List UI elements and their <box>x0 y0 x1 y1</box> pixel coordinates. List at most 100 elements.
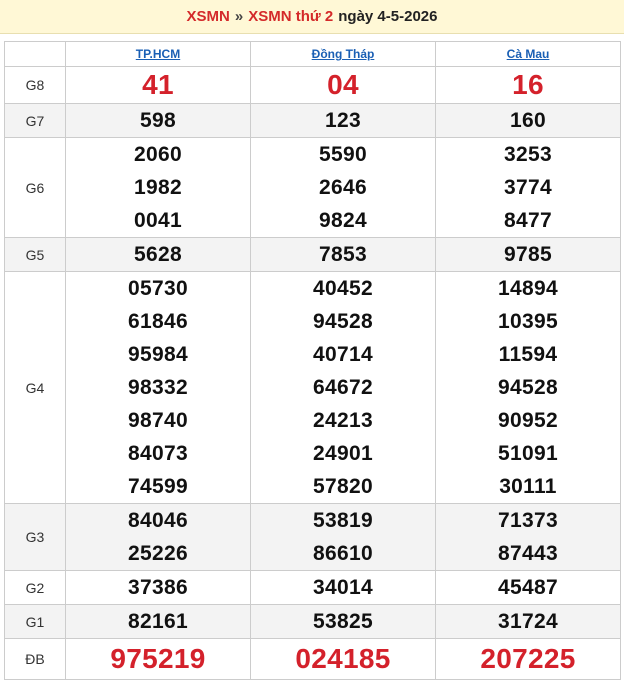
prize-number: 207225 <box>480 643 576 674</box>
prize-number: 86610 <box>313 542 373 565</box>
province-header-ca-mau: Cà Mau <box>435 41 621 67</box>
prize-cell: 598 <box>65 103 251 138</box>
prize-number: 84073 <box>128 442 188 465</box>
results-table: TP.HCM Đồng Tháp Cà Mau G8 41 04 16 G7 598 123… <box>4 41 621 680</box>
prize-cell: 9785 <box>435 237 621 272</box>
prize-number: 90952 <box>498 409 558 432</box>
prize-cell: 71373 87443 <box>435 503 621 571</box>
prize-number: 598 <box>140 109 176 132</box>
prize-label: G8 <box>4 66 66 104</box>
prize-label: G6 <box>4 137 66 238</box>
prize-number: 84046 <box>128 509 188 532</box>
prize-label: G3 <box>4 503 66 571</box>
prize-number: 31724 <box>498 610 558 633</box>
prize-label: G5 <box>4 237 66 272</box>
prize-row-g8: G8 41 04 16 <box>4 66 621 104</box>
prize-cell: 160 <box>435 103 621 138</box>
prize-number: 98740 <box>128 409 188 432</box>
province-header-dong-thap: Đồng Tháp <box>250 41 436 67</box>
prize-row-db: ĐB 975219 024185 207225 <box>4 638 621 680</box>
prize-cell: 84046 25226 <box>65 503 251 571</box>
prize-number: 74599 <box>128 475 188 498</box>
prize-number: 82161 <box>128 610 188 633</box>
prize-cell: 207225 <box>435 638 621 680</box>
prize-number: 30111 <box>499 475 557 498</box>
prize-cell: 45487 <box>435 570 621 605</box>
prize-cell: 31724 <box>435 604 621 639</box>
prize-cell: 024185 <box>250 638 436 680</box>
prize-number: 24213 <box>313 409 373 432</box>
prize-number: 8477 <box>504 209 552 232</box>
prize-row-g3: G3 84046 25226 53819 86610 71373 87443 <box>4 503 621 571</box>
prize-number: 53819 <box>313 509 373 532</box>
prize-number: 45487 <box>498 576 558 599</box>
prize-row-g4: G4 05730 61846 95984 98332 98740 84073 74599 404… <box>4 271 621 504</box>
prize-row-g1: G1 82161 53825 31724 <box>4 604 621 639</box>
prize-number: 024185 <box>295 643 391 674</box>
prize-number: 3253 <box>504 143 552 166</box>
prize-number: 7853 <box>319 243 367 266</box>
prize-cell: 16 <box>435 66 621 104</box>
province-link-ca-mau[interactable]: Cà Mau <box>507 47 550 61</box>
draw-date: ngày 4-5-2026 <box>338 8 438 25</box>
prize-number: 0041 <box>134 209 182 232</box>
prize-label: ĐB <box>4 638 66 680</box>
prize-number: 5590 <box>319 143 367 166</box>
prize-number: 9824 <box>319 209 367 232</box>
prize-label: G1 <box>4 604 66 639</box>
prize-number: 14894 <box>498 277 558 300</box>
prize-number: 94528 <box>498 376 558 399</box>
prize-number: 25226 <box>128 542 188 565</box>
prize-number: 94528 <box>313 310 373 333</box>
prize-cell: 123 <box>250 103 436 138</box>
prize-cell: 2060 1982 0041 <box>65 137 251 238</box>
xsmn-link[interactable]: XSMN <box>187 8 230 25</box>
breadcrumb-separator: » <box>234 8 244 25</box>
prize-number: 34014 <box>313 576 373 599</box>
prize-number: 61846 <box>128 310 188 333</box>
province-link-tphcm[interactable]: TP.HCM <box>136 47 180 61</box>
prize-number: 5628 <box>134 243 182 266</box>
prize-number: 3774 <box>504 176 552 199</box>
prize-number: 10395 <box>498 310 558 333</box>
prize-number: 51091 <box>498 442 558 465</box>
prize-number: 9785 <box>504 243 552 266</box>
prize-cell: 975219 <box>65 638 251 680</box>
prize-cell: 5590 2646 9824 <box>250 137 436 238</box>
prize-number: 1982 <box>134 176 182 199</box>
prize-number: 11594 <box>498 343 558 366</box>
prize-number: 24901 <box>313 442 373 465</box>
prize-row-g6: G6 2060 1982 0041 5590 2646 9824 3253 3774 8477 <box>4 137 621 238</box>
prize-number: 41 <box>142 69 174 100</box>
xsmn-thu2-link[interactable]: XSMN thứ 2 <box>248 8 333 25</box>
prize-number: 37386 <box>128 576 188 599</box>
prize-number: 57820 <box>313 475 373 498</box>
prize-row-g5: G5 5628 7853 9785 <box>4 237 621 272</box>
prize-number: 123 <box>325 109 361 132</box>
prize-number: 2060 <box>134 143 182 166</box>
prize-row-g2: G2 37386 34014 45487 <box>4 570 621 605</box>
prize-number: 05730 <box>128 277 188 300</box>
prize-cell: 37386 <box>65 570 251 605</box>
corner-cell <box>4 41 66 67</box>
prize-label: G2 <box>4 570 66 605</box>
prize-number: 975219 <box>110 643 206 674</box>
prize-cell: 7853 <box>250 237 436 272</box>
prize-number: 40714 <box>313 343 373 366</box>
prize-number: 160 <box>510 109 546 132</box>
prize-number: 87443 <box>498 542 558 565</box>
prize-number: 40452 <box>313 277 373 300</box>
prize-number: 95984 <box>128 343 188 366</box>
prize-number: 98332 <box>128 376 188 399</box>
province-link-dong-thap[interactable]: Đồng Tháp <box>312 47 375 61</box>
prize-label: G4 <box>4 271 66 504</box>
prize-cell: 82161 <box>65 604 251 639</box>
prize-cell: 05730 61846 95984 98332 98740 84073 74599 <box>65 271 251 504</box>
prize-cell: 53819 86610 <box>250 503 436 571</box>
province-header-tphcm: TP.HCM <box>65 41 251 67</box>
prize-cell: 40452 94528 40714 64672 24213 24901 57820 <box>250 271 436 504</box>
prize-number: 04 <box>327 69 359 100</box>
prize-label: G7 <box>4 103 66 138</box>
prize-cell: 3253 3774 8477 <box>435 137 621 238</box>
prize-cell: 34014 <box>250 570 436 605</box>
